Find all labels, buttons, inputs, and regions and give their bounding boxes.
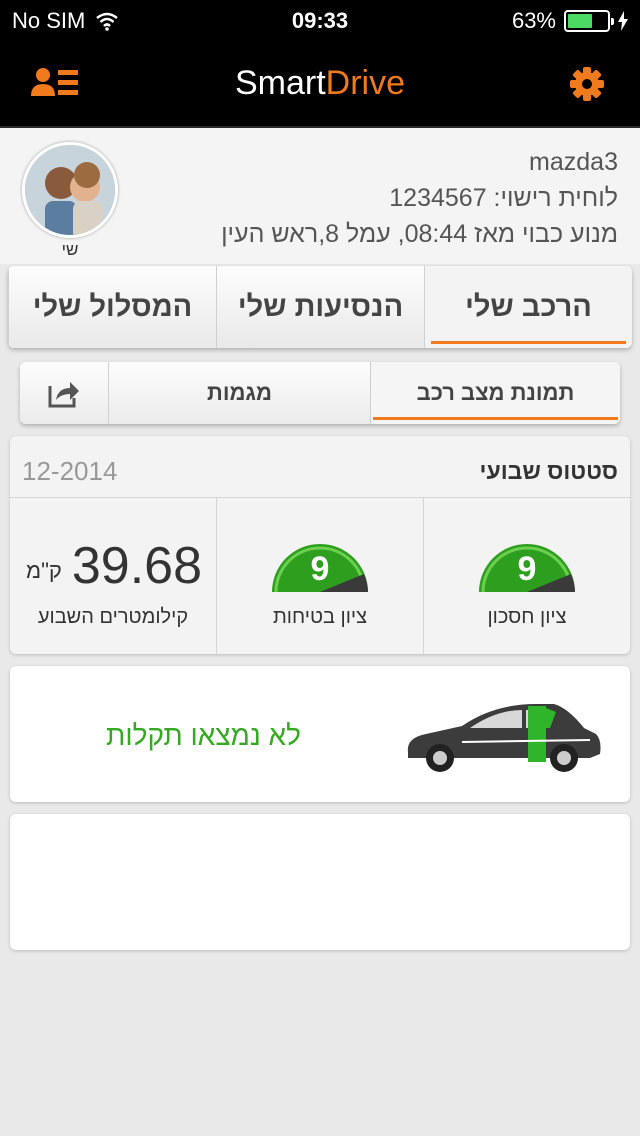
weekly-status-card: סטטוס שבועי 12-2014 9 ציון חסכון 9 ציון … [10,436,630,654]
sub-tabs: תמונת מצב רכב מגמות [20,362,620,424]
charging-icon [618,11,628,31]
weekly-header: סטטוס שבועי 12-2014 [10,436,630,498]
app-title-smart: Smart [234,64,326,102]
status-bar-right: 63% [512,8,628,34]
economy-score-value: 9 [517,550,537,588]
battery-icon [564,10,614,32]
weekly-km[interactable]: 39.68 ק"מ קילומטרים השבוע [10,498,216,654]
car-model: mazda3 [529,148,618,176]
main-tabs: הרכב שלי הנסיעות שלי המסלול שלי [8,266,632,348]
gear-icon[interactable] [562,64,612,104]
avatar[interactable] [22,142,118,238]
app-title-drive: Drive [325,64,406,102]
engine-status: מנוע כבוי מאז 08:44, עמל 8,ראש העין [221,220,618,248]
economy-score[interactable]: 9 ציון חסכון [423,498,630,654]
battery-fill [568,14,592,28]
tab-car-snapshot[interactable]: תמונת מצב רכב [370,362,620,424]
battery-percent: 63% [511,8,556,33]
empty-card [10,814,630,950]
car-icon [407,704,601,772]
car-status-text: לא נמצאו תקלות [106,720,301,751]
km-label: קילומטרים השבוע [37,606,189,628]
car-status-card[interactable]: לא נמצאו תקלות [10,666,630,802]
km-value: 39.68 [71,537,202,595]
weekly-title: סטטוס שבועי [479,458,618,484]
km-unit: ק"מ [26,558,62,583]
weekly-date: 12-2014 [22,456,118,486]
tab-my-car[interactable]: הרכב שלי [424,266,632,348]
tab-my-route[interactable]: המסלול שלי [8,266,216,348]
safety-score-label: ציון בטיחות [272,606,368,628]
tab-trends[interactable]: מגמות [108,362,370,424]
avatar-photo [25,145,115,235]
share-icon [48,382,79,408]
user-name: שי [61,240,79,259]
app-title: SmartDrive [0,64,640,103]
status-bar: No SIM 09:33 63% [0,0,640,40]
profile-section: שי mazda3 לוחית רישוי: 1234567 מנוע כבוי… [0,128,640,264]
license-plate: לוחית רישוי: 1234567 [389,184,618,212]
safety-score-value: 9 [310,550,330,588]
economy-score-label: ציון חסכון [487,606,567,628]
nav-bar: SmartDrive [0,40,640,128]
tab-my-trips[interactable]: הנסיעות שלי [216,266,424,348]
weekly-columns: 9 ציון חסכון 9 ציון בטיחות 39.68 ק"מ קיל… [10,498,630,654]
safety-score[interactable]: 9 ציון בטיחות [216,498,423,654]
share-button[interactable] [20,362,108,424]
